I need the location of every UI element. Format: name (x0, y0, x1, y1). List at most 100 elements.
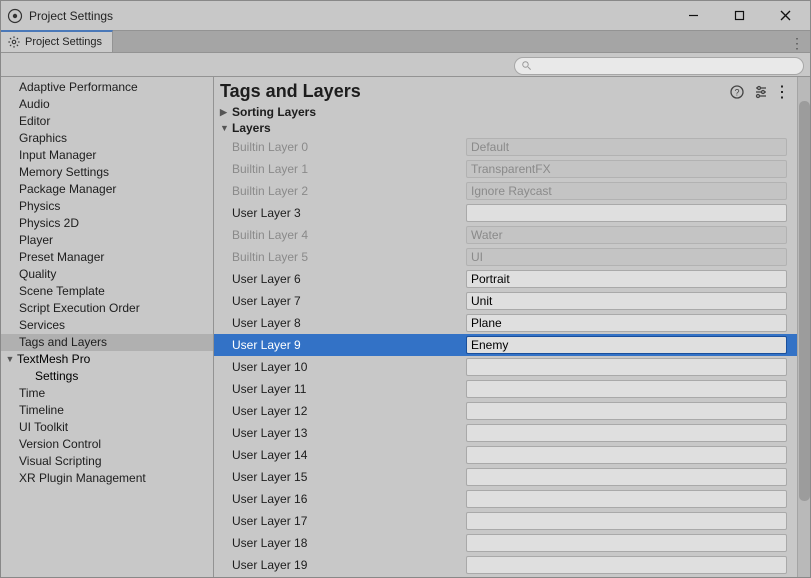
sidebar-item-preset-manager[interactable]: Preset Manager (1, 249, 213, 266)
layer-input[interactable] (471, 294, 782, 308)
layer-row[interactable]: User Layer 9 (214, 334, 797, 356)
layer-field[interactable] (466, 512, 787, 530)
settings-sidebar[interactable]: Adaptive PerformanceAudioEditorGraphicsI… (1, 77, 214, 577)
sidebar-item-editor[interactable]: Editor (1, 113, 213, 130)
layer-field[interactable] (466, 468, 787, 486)
sidebar-item-physics-2d[interactable]: Physics 2D (1, 215, 213, 232)
layer-row[interactable]: User Layer 14 (214, 444, 797, 466)
layer-field[interactable] (466, 336, 787, 354)
help-icon[interactable]: ? (729, 84, 745, 100)
layer-row[interactable]: User Layer 10 (214, 356, 797, 378)
vertical-scrollbar[interactable] (797, 77, 810, 577)
svg-text:?: ? (734, 87, 739, 97)
layer-label: User Layer 7 (214, 294, 466, 308)
sidebar-item-physics[interactable]: Physics (1, 198, 213, 215)
layer-label: User Layer 14 (214, 448, 466, 462)
layer-input[interactable] (471, 382, 782, 396)
layer-field[interactable] (466, 402, 787, 420)
layer-label: Builtin Layer 5 (214, 250, 466, 264)
layer-row[interactable]: Builtin Layer 4Water (214, 224, 797, 246)
tab-project-settings[interactable]: Project Settings (1, 30, 113, 52)
preset-icon[interactable] (753, 84, 769, 100)
sidebar-item-tags-and-layers[interactable]: Tags and Layers (1, 334, 213, 351)
sidebar-item-quality[interactable]: Quality (1, 266, 213, 283)
layer-row[interactable]: User Layer 18 (214, 532, 797, 554)
layer-row[interactable]: Builtin Layer 0Default (214, 136, 797, 158)
layer-input[interactable] (471, 536, 782, 550)
layer-row[interactable]: User Layer 19 (214, 554, 797, 576)
sidebar-item-timeline[interactable]: Timeline (1, 402, 213, 419)
layer-field[interactable] (466, 556, 787, 574)
sidebar-item-visual-scripting[interactable]: Visual Scripting (1, 453, 213, 470)
sidebar-item-adaptive-performance[interactable]: Adaptive Performance (1, 79, 213, 96)
layer-input[interactable] (471, 360, 782, 374)
layer-field[interactable] (466, 270, 787, 288)
layer-row[interactable]: User Layer 15 (214, 466, 797, 488)
sidebar-item-time[interactable]: Time (1, 385, 213, 402)
sidebar-item-version-control[interactable]: Version Control (1, 436, 213, 453)
sidebar-item-settings[interactable]: Settings (1, 368, 213, 385)
layer-label: Builtin Layer 0 (214, 140, 466, 154)
section-sorting-layers[interactable]: ▶ Sorting Layers (214, 104, 797, 120)
layer-row[interactable]: User Layer 13 (214, 422, 797, 444)
layer-field[interactable] (466, 490, 787, 508)
sidebar-item-audio[interactable]: Audio (1, 96, 213, 113)
layer-label: Builtin Layer 1 (214, 162, 466, 176)
sidebar-item-input-manager[interactable]: Input Manager (1, 147, 213, 164)
layer-row[interactable]: User Layer 3 (214, 202, 797, 224)
context-menu-icon[interactable]: ⋮ (777, 84, 787, 100)
layer-label: User Layer 16 (214, 492, 466, 506)
layer-row[interactable]: User Layer 17 (214, 510, 797, 532)
layer-row[interactable]: User Layer 6 (214, 268, 797, 290)
layer-input[interactable] (471, 404, 782, 418)
layer-label: User Layer 13 (214, 426, 466, 440)
layer-input[interactable] (471, 316, 782, 330)
foldout-closed-icon: ▶ (220, 107, 232, 118)
sidebar-item-services[interactable]: Services (1, 317, 213, 334)
layer-row[interactable]: User Layer 11 (214, 378, 797, 400)
layer-row[interactable]: User Layer 8 (214, 312, 797, 334)
maximize-button[interactable] (716, 1, 762, 31)
layer-input[interactable] (471, 514, 782, 528)
layer-input[interactable] (471, 492, 782, 506)
sidebar-item-ui-toolkit[interactable]: UI Toolkit (1, 419, 213, 436)
layer-input[interactable] (471, 338, 782, 352)
layer-row[interactable]: User Layer 16 (214, 488, 797, 510)
sidebar-item-player[interactable]: Player (1, 232, 213, 249)
layer-field[interactable] (466, 314, 787, 332)
sidebar-item-package-manager[interactable]: Package Manager (1, 181, 213, 198)
layer-input[interactable] (471, 470, 782, 484)
layer-field[interactable] (466, 534, 787, 552)
sidebar-item-scene-template[interactable]: Scene Template (1, 283, 213, 300)
sidebar-group-textmeshpro[interactable]: ▼TextMesh Pro (1, 351, 213, 368)
sidebar-item-xr-plugin-management[interactable]: XR Plugin Management (1, 470, 213, 487)
layer-field: Water (466, 226, 787, 244)
layer-input[interactable] (471, 448, 782, 462)
layer-input[interactable] (471, 272, 782, 286)
search-box[interactable] (514, 57, 804, 75)
layer-row[interactable]: Builtin Layer 2Ignore Raycast (214, 180, 797, 202)
sidebar-item-memory-settings[interactable]: Memory Settings (1, 164, 213, 181)
layer-row[interactable]: User Layer 12 (214, 400, 797, 422)
sidebar-item-script-execution-order[interactable]: Script Execution Order (1, 300, 213, 317)
layer-field[interactable] (466, 380, 787, 398)
search-input[interactable] (536, 60, 797, 72)
layer-field[interactable] (466, 292, 787, 310)
minimize-button[interactable] (670, 1, 716, 31)
sidebar-item-graphics[interactable]: Graphics (1, 130, 213, 147)
layer-input[interactable] (471, 206, 782, 220)
layer-row[interactable]: Builtin Layer 1TransparentFX (214, 158, 797, 180)
layer-row[interactable]: User Layer 7 (214, 290, 797, 312)
layer-field[interactable] (466, 204, 787, 222)
scrollbar-thumb[interactable] (799, 101, 810, 501)
layer-input[interactable] (471, 426, 782, 440)
tab-context-menu-icon[interactable]: ⋮ (784, 35, 810, 52)
layer-field[interactable] (466, 446, 787, 464)
layer-field[interactable] (466, 358, 787, 376)
close-button[interactable] (762, 1, 808, 31)
search-icon (521, 60, 532, 71)
section-layers[interactable]: ▼ Layers (214, 120, 797, 136)
layer-field[interactable] (466, 424, 787, 442)
layer-row[interactable]: Builtin Layer 5UI (214, 246, 797, 268)
layer-input[interactable] (471, 558, 782, 572)
